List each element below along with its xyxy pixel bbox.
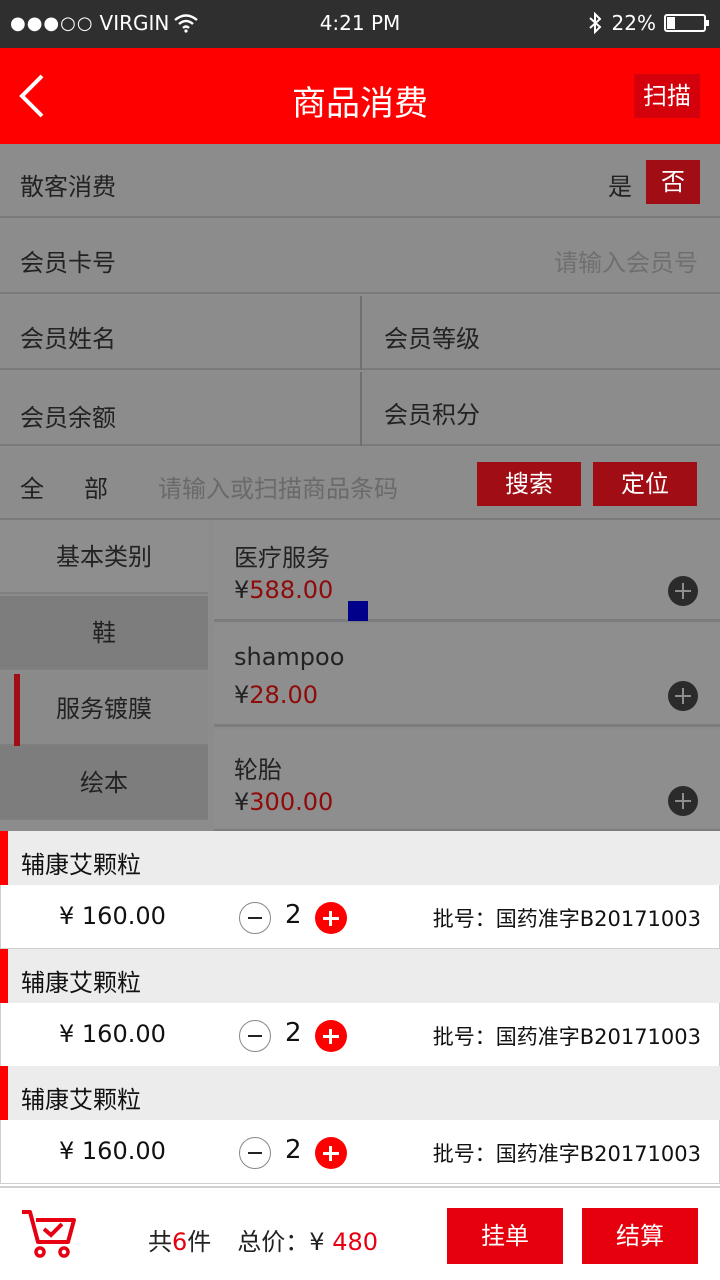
cart-item-header: 辅康艾颗粒 bbox=[0, 949, 720, 1003]
cart-panel: 辅康艾颗粒 ¥ 160.00 2 批号：国药准字B20171003 辅康艾颗粒 … bbox=[0, 831, 720, 1186]
product-item[interactable]: shampoo ¥28.00 bbox=[214, 625, 720, 727]
search-button[interactable]: 搜索 bbox=[477, 462, 581, 506]
member-level-label: 会员等级 bbox=[384, 325, 480, 353]
cart-item-price: ¥ 160.00 bbox=[59, 1137, 166, 1165]
checkout-button[interactable]: 结算 bbox=[582, 1208, 698, 1264]
total-currency: ¥ bbox=[309, 1228, 333, 1256]
item-count: 6 bbox=[172, 1228, 188, 1256]
card-number-label: 会员卡号 bbox=[20, 249, 116, 277]
decrease-quantity-button[interactable] bbox=[239, 1020, 271, 1052]
cart-item-header: 辅康艾颗粒 bbox=[0, 1066, 720, 1120]
product-price: ¥300.00 bbox=[234, 788, 333, 816]
scan-button[interactable]: 扫描 bbox=[634, 74, 700, 118]
cart-item-quantity: 2 bbox=[285, 1018, 302, 1048]
currency-symbol: ¥ bbox=[234, 788, 250, 816]
cart-item-name: 辅康艾颗粒 bbox=[21, 1086, 141, 1114]
nav-bar: 商品消费 扫描 bbox=[0, 48, 720, 144]
cart-item-name: 辅康艾颗粒 bbox=[21, 969, 141, 997]
add-product-icon[interactable] bbox=[668, 681, 698, 711]
locate-button[interactable]: 定位 bbox=[593, 462, 697, 506]
category-item[interactable]: 鞋 bbox=[0, 596, 208, 670]
hold-order-button[interactable]: 挂单 bbox=[447, 1208, 563, 1264]
member-balance-label: 会员余额 bbox=[20, 404, 116, 432]
cart-item-batch: 批号：国药准字B20171003 bbox=[432, 1025, 701, 1049]
cart-item-batch: 批号：国药准字B20171003 bbox=[432, 1142, 701, 1166]
cart-item-header: 辅康艾颗粒 bbox=[0, 831, 720, 885]
marker-square bbox=[348, 601, 368, 621]
decrease-quantity-button[interactable] bbox=[239, 902, 271, 934]
cart-item-quantity: 2 bbox=[285, 1135, 302, 1165]
product-name: shampoo bbox=[234, 643, 345, 671]
card-number-input[interactable]: 请输入会员号 bbox=[554, 243, 698, 278]
shopping-cart-icon[interactable] bbox=[20, 1208, 78, 1260]
add-product-icon[interactable] bbox=[668, 576, 698, 606]
divider bbox=[360, 372, 362, 446]
category-item[interactable]: 基本类别 bbox=[0, 520, 208, 594]
count-prefix: 共 bbox=[148, 1228, 172, 1256]
cart-item-row: ¥ 160.00 2 批号：国药准字B20171003 bbox=[0, 885, 720, 949]
walkin-label: 散客消费 bbox=[20, 173, 116, 201]
page-title: 商品消费 bbox=[292, 84, 428, 124]
cart-item-price: ¥ 160.00 bbox=[59, 1020, 166, 1048]
cart-item-row: ¥ 160.00 2 批号：国药准字B20171003 bbox=[0, 1120, 720, 1184]
cart-item-price: ¥ 160.00 bbox=[59, 902, 166, 930]
order-summary: 共6件 总价：¥ 480 bbox=[148, 1222, 378, 1257]
decrease-quantity-button[interactable] bbox=[239, 1137, 271, 1169]
checkout-bar: 共6件 总价：¥ 480 挂单 结算 bbox=[0, 1186, 720, 1280]
member-points-label: 会员积分 bbox=[384, 401, 480, 429]
status-right: 22% bbox=[588, 11, 709, 35]
increase-quantity-button[interactable] bbox=[315, 1020, 347, 1052]
product-name: 轮胎 bbox=[234, 756, 282, 784]
total-label: 总价： bbox=[237, 1228, 310, 1256]
count-suffix: 件 bbox=[187, 1228, 212, 1256]
cart-item-batch: 批号：国药准字B20171003 bbox=[432, 907, 701, 931]
product-price: ¥28.00 bbox=[234, 681, 318, 709]
currency-symbol: ¥ bbox=[234, 681, 250, 709]
category-all-selector[interactable]: 全部 bbox=[20, 469, 148, 504]
no-option-button[interactable]: 否 bbox=[646, 160, 700, 204]
price-value: 28.00 bbox=[249, 681, 318, 709]
yes-option[interactable]: 是 bbox=[608, 167, 632, 202]
product-price: ¥588.00 bbox=[234, 576, 333, 604]
bluetooth-icon bbox=[588, 12, 601, 34]
total-price: 480 bbox=[332, 1228, 378, 1256]
barcode-search-input[interactable]: 请输入或扫描商品条码 bbox=[158, 469, 398, 504]
member-name-row: 会员姓名 会员等级 bbox=[0, 296, 720, 370]
search-row: 全部 请输入或扫描商品条码 搜索 定位 bbox=[0, 446, 720, 520]
member-balance-row: 会员余额 会员积分 bbox=[0, 372, 720, 446]
cart-item-row: ¥ 160.00 2 批号：国药准字B20171003 bbox=[0, 1003, 720, 1067]
card-number-row: 会员卡号 请输入会员号 bbox=[0, 220, 720, 294]
product-item[interactable]: 轮胎 ¥300.00 bbox=[214, 730, 720, 832]
currency-symbol: ¥ bbox=[234, 576, 250, 604]
price-value: 588.00 bbox=[249, 576, 334, 604]
add-product-icon[interactable] bbox=[668, 786, 698, 816]
category-list: 基本类别 鞋 服务镀膜 绘本 bbox=[0, 520, 208, 832]
member-name-label: 会员姓名 bbox=[20, 325, 116, 353]
category-item[interactable]: 绘本 bbox=[0, 746, 208, 820]
divider bbox=[360, 296, 362, 370]
increase-quantity-button[interactable] bbox=[315, 902, 347, 934]
walkin-row: 散客消费 是 否 bbox=[0, 144, 720, 218]
product-name: 医疗服务 bbox=[234, 544, 330, 572]
increase-quantity-button[interactable] bbox=[315, 1137, 347, 1169]
cart-item-name: 辅康艾颗粒 bbox=[21, 851, 141, 879]
battery-percent: 22% bbox=[611, 11, 656, 35]
product-item[interactable]: 医疗服务 ¥588.00 bbox=[214, 520, 720, 622]
price-value: 300.00 bbox=[249, 788, 334, 816]
status-bar: ●●●○○ VIRGIN 4:21 PM 22% bbox=[0, 0, 720, 48]
cart-item-quantity: 2 bbox=[285, 900, 302, 930]
category-item-selected[interactable]: 服务镀膜 bbox=[0, 672, 208, 746]
battery-icon bbox=[664, 14, 709, 32]
